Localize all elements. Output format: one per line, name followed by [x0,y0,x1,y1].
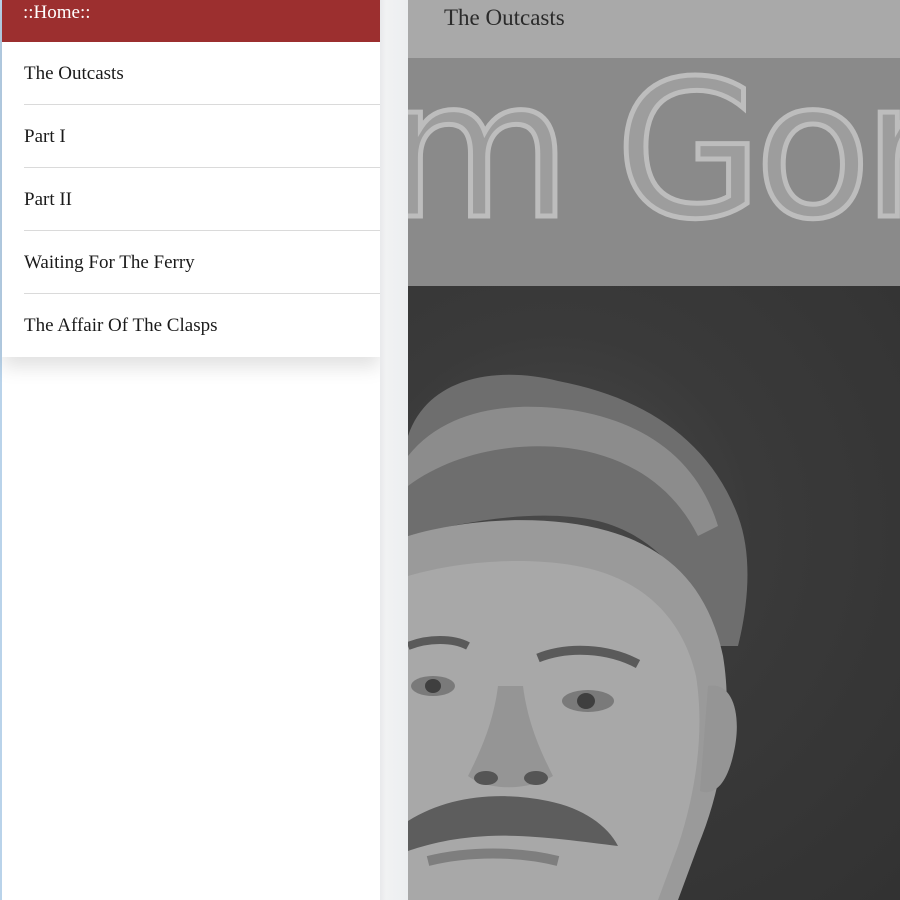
side-drawer: ::Home:: The Outcasts Part I Part II Wai… [2,0,380,900]
top-bar: The Outcasts [408,0,900,58]
menu-item-label: Waiting For The Ferry [24,252,195,273]
menu-item-part-ii[interactable]: Part II [24,168,380,231]
author-portrait [408,286,900,900]
menu-item-label: The Affair Of The Clasps [24,315,218,336]
menu-item-label: Part II [24,189,73,210]
menu-item-label: Part I [24,126,66,147]
menu-item-part-i[interactable]: Part I [24,105,380,168]
menu-item-label: The Outcasts [24,63,124,84]
menu-home-link[interactable]: ::Home:: [2,0,380,42]
main-content: The Outcasts m Gorky [408,0,900,900]
menu-list: ::Home:: The Outcasts Part I Part II Wai… [2,0,380,357]
drawer-divider [380,0,408,900]
page-title: The Outcasts [444,5,565,30]
menu-item-the-affair-of-the-clasps[interactable]: The Affair Of The Clasps [24,294,380,357]
cover-author-name: m Gorky [408,40,900,261]
portrait-illustration [408,374,748,900]
menu-home-label: ::Home:: [23,2,91,23]
book-cover: m Gorky [408,40,900,900]
menu-item-the-outcasts[interactable]: The Outcasts [24,42,380,105]
menu-item-waiting-for-the-ferry[interactable]: Waiting For The Ferry [24,231,380,294]
